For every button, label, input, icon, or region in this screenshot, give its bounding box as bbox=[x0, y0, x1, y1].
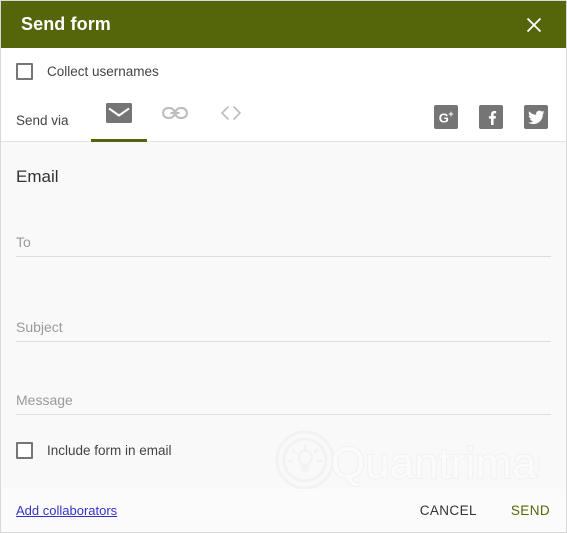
send-form-dialog: Send form Collect usernames Send via G+ … bbox=[0, 0, 567, 533]
collect-usernames-checkbox[interactable] bbox=[16, 62, 33, 80]
google-plus-icon[interactable]: G+ bbox=[434, 105, 458, 129]
email-form: Email To Subject Message Include form in… bbox=[1, 142, 566, 487]
add-collaborators-link[interactable]: Add collaborators bbox=[16, 503, 117, 518]
send-via-tabs bbox=[90, 94, 259, 142]
message-field[interactable]: Message bbox=[16, 392, 551, 415]
google-plus-glyph: G+ bbox=[438, 108, 454, 126]
include-form-row[interactable]: Include form in email bbox=[1, 442, 566, 459]
footer-actions: CANCEL SEND bbox=[420, 503, 550, 518]
message-field-placeholder: Message bbox=[16, 392, 73, 408]
tab-embed[interactable] bbox=[203, 94, 259, 141]
send-via-label: Send via bbox=[16, 113, 69, 128]
include-form-checkbox[interactable] bbox=[16, 442, 33, 459]
email-section-heading: Email bbox=[16, 167, 59, 186]
twitter-icon[interactable] bbox=[524, 105, 548, 129]
send-via-bar: Send via G+ bbox=[1, 94, 566, 142]
social-share-buttons: G+ bbox=[434, 105, 548, 141]
send-button[interactable]: SEND bbox=[511, 503, 550, 518]
collect-usernames-label: Collect usernames bbox=[47, 63, 159, 79]
dialog-footer: Add collaborators CANCEL SEND bbox=[1, 489, 566, 532]
include-form-label: Include form in email bbox=[47, 443, 172, 458]
dialog-upper-section: Collect usernames Send via G+ bbox=[1, 48, 566, 142]
envelope-icon bbox=[105, 103, 132, 128]
cancel-button[interactable]: CANCEL bbox=[420, 503, 477, 518]
close-icon[interactable] bbox=[520, 11, 548, 39]
page-title: Send form bbox=[21, 14, 111, 34]
subject-field-placeholder: Subject bbox=[16, 319, 63, 335]
link-icon bbox=[161, 105, 188, 126]
collect-usernames-row[interactable]: Collect usernames bbox=[1, 48, 566, 94]
dialog-header: Send form bbox=[1, 1, 566, 48]
tab-link[interactable] bbox=[147, 94, 203, 141]
tab-email[interactable] bbox=[90, 94, 147, 142]
to-field[interactable]: To bbox=[16, 234, 551, 257]
subject-field[interactable]: Subject bbox=[16, 319, 551, 342]
to-field-placeholder: To bbox=[16, 234, 31, 250]
embed-code-icon bbox=[218, 105, 244, 126]
facebook-icon[interactable] bbox=[479, 105, 503, 129]
